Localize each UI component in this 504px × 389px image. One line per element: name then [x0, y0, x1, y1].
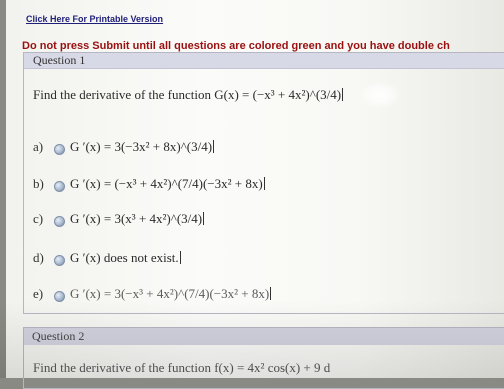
screen-glare — [360, 82, 400, 108]
question-2-title: Question 2 — [32, 329, 85, 343]
option-label-c: c) — [33, 211, 44, 226]
option-text-d: G ′(x) does not exist. — [70, 250, 181, 265]
radio-option-e[interactable] — [54, 291, 65, 302]
option-label-d: d) — [33, 250, 44, 265]
printable-version-link[interactable]: Click Here For Printable Version — [26, 14, 163, 24]
option-label-b: b) — [33, 176, 44, 191]
question-1-title: Question 1 — [33, 53, 86, 67]
option-label-a: a) — [33, 139, 44, 154]
question-2-stem: Find the derivative of the function f(x)… — [33, 360, 331, 375]
option-text-c: G ′(x) = 3(x³ + 4x²)^(3/4) — [70, 211, 205, 226]
radio-option-c[interactable] — [54, 216, 65, 227]
option-text-a: G ′(x) = 3(−3x² + 8x)^(3/4) — [70, 139, 215, 154]
radio-option-b[interactable] — [54, 181, 65, 192]
option-label-e: e) — [33, 286, 44, 301]
radio-option-a[interactable] — [54, 144, 65, 155]
stem-text: Find the derivative of the function G(x)… — [33, 87, 342, 102]
option-text-e: G ′(x) = 3(−x³ + 4x²)^(7/4)(−3x² + 8x) — [70, 286, 272, 301]
option-text-b: G ′(x) = (−x³ + 4x²)^(7/4)(−3x² + 8x) — [70, 176, 265, 191]
question-1-stem: Find the derivative of the function G(x)… — [33, 87, 344, 103]
radio-option-d[interactable] — [54, 255, 65, 266]
question-2-header: Question 2 — [24, 328, 504, 345]
question-1-header: Question 1 — [24, 53, 504, 69]
text-cursor — [342, 88, 344, 101]
